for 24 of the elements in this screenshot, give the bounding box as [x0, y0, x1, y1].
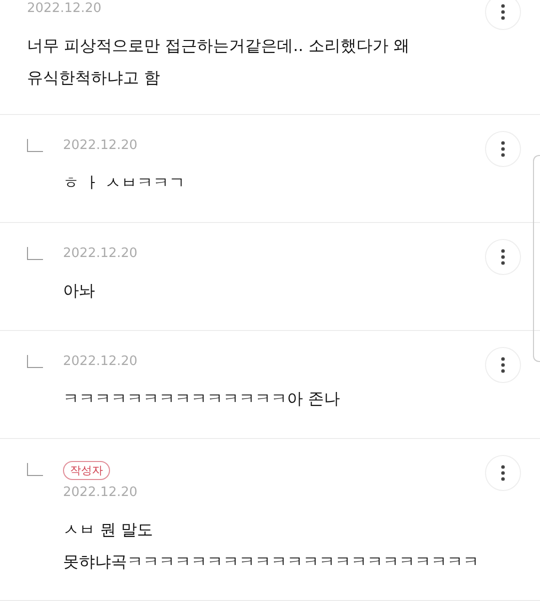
more-icon — [501, 4, 505, 20]
comment-date: 2022.12.20 — [63, 353, 138, 371]
comment-text: 못햐냐곡ㅋㅋㅋㅋㅋㅋㅋㅋㅋㅋㅋㅋㅋㅋㅋㅋㅋㅋㅋㅋㅋㅋ — [63, 551, 480, 573]
comment-date: 2022.12.20 — [63, 484, 138, 502]
comment-text: 유식한척하냐고 함 — [27, 67, 162, 89]
reply-corner-icon — [27, 139, 43, 152]
more-icon — [501, 249, 505, 265]
comment-text: 너무 피상적으로만 접근하는거같은데.. 소리했다가 왜 — [27, 35, 411, 57]
comment-text: ㅅㅂ 뭔 말도 — [63, 519, 154, 541]
comment-text: ㅋㅋㅋㅋㅋㅋㅋㅋㅋㅋㅋㅋㅋㅋ아 존나 — [63, 388, 342, 410]
author-badge: 작성자 — [63, 461, 110, 480]
comment-date: 2022.12.20 — [63, 245, 138, 263]
comment-date: 2022.12.20 — [63, 137, 138, 155]
more-icon — [501, 357, 505, 373]
reply-corner-icon — [27, 463, 43, 476]
scroll-handle[interactable] — [533, 155, 540, 362]
reply-corner-icon — [27, 355, 43, 368]
comment-text: ㅎ ㅏ ㅅㅂㅋㅋㄱ — [63, 172, 186, 194]
more-icon — [501, 465, 505, 481]
comment-date: 2022.12.20 — [27, 0, 102, 18]
more-options-button[interactable] — [485, 0, 521, 30]
more-icon — [501, 141, 505, 157]
comment-text: 아놔 — [63, 280, 96, 302]
reply-corner-icon — [27, 247, 43, 260]
